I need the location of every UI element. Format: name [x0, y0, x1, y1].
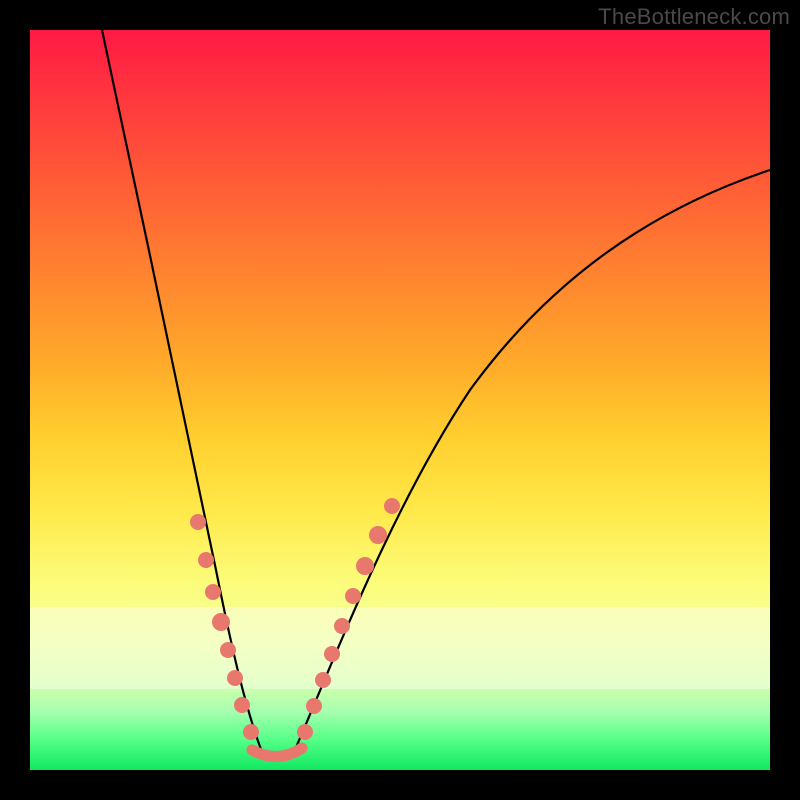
marker-dot: [227, 670, 243, 686]
marker-dot: [356, 557, 374, 575]
marker-dot: [297, 724, 313, 740]
marker-dot: [369, 526, 387, 544]
chart-frame: TheBottleneck.com: [0, 0, 800, 800]
curve-left: [102, 30, 262, 752]
watermark-label: TheBottleneck.com: [598, 4, 790, 30]
marker-dot: [315, 672, 331, 688]
marker-dot: [243, 724, 259, 740]
marker-dot: [324, 646, 340, 662]
marker-dot: [205, 584, 221, 600]
curve-right: [294, 170, 770, 752]
marker-dot: [212, 613, 230, 631]
marker-dot: [190, 514, 206, 530]
plot-area: [30, 30, 770, 770]
marker-dot: [198, 552, 214, 568]
marker-dot: [334, 618, 350, 634]
marker-dot: [234, 697, 250, 713]
marker-dot: [384, 498, 400, 514]
trough-marker: [252, 748, 302, 757]
marker-dot: [306, 698, 322, 714]
curve-layer: [30, 30, 770, 770]
marker-dot: [220, 642, 236, 658]
marker-dot: [345, 588, 361, 604]
